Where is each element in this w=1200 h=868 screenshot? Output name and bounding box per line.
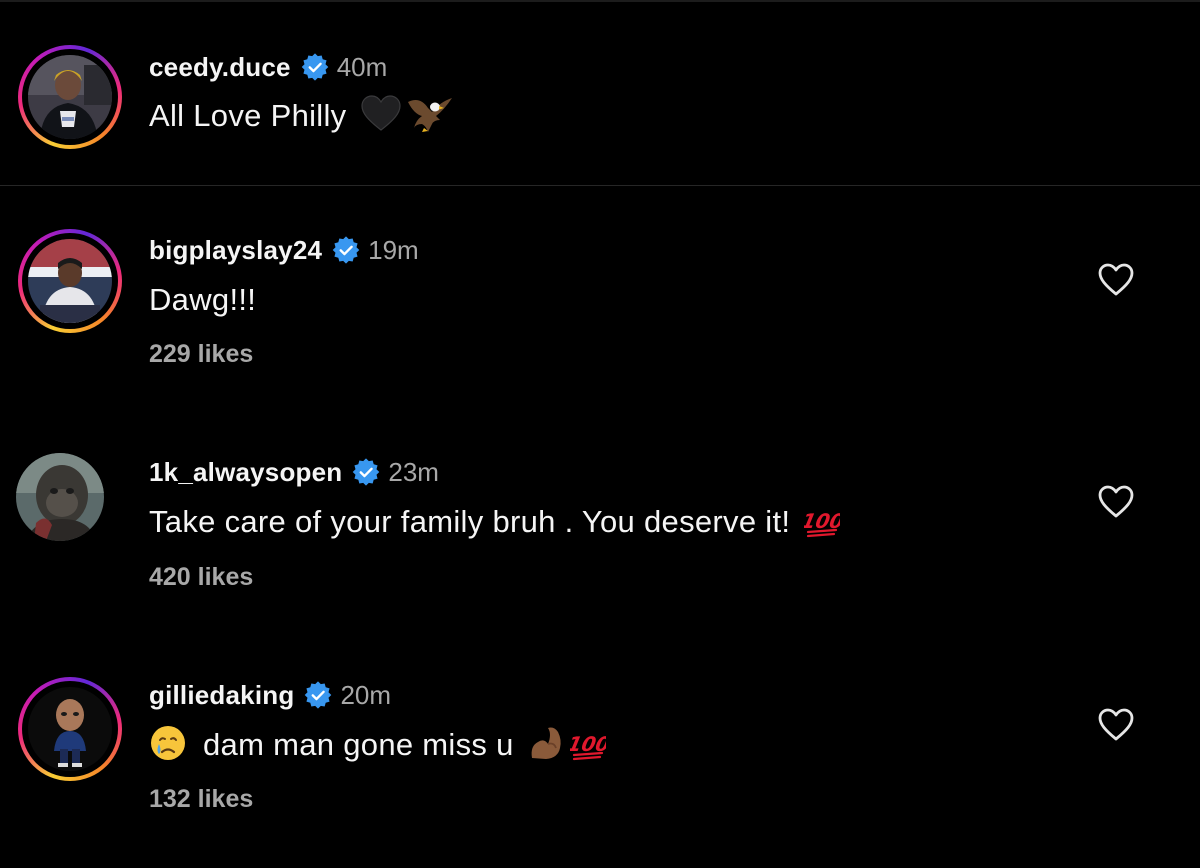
timestamp: 19m [368,234,419,265]
avatar-caption-author[interactable] [18,45,122,149]
verified-badge-icon [301,53,329,81]
comment-header: bigplayslay24 19m [149,232,419,268]
like-heart-icon[interactable] [1097,262,1135,298]
verified-badge-icon [353,458,380,486]
black-heart-icon [360,94,402,139]
avatar-photo [28,55,112,139]
flexed-biceps-icon [528,724,568,767]
timestamp: 40m [336,51,388,82]
hundred-points-icon: 100 [565,725,612,766]
avatar-commenter[interactable] [18,677,122,781]
verified-badge-icon [305,681,332,709]
avatar-photo [28,687,112,771]
caption-text: All Love Philly [149,98,347,133]
avatar-photo [28,239,112,323]
avatar-commenter[interactable] [16,453,104,541]
post-caption: ceedy.duce 40m All Love Philly [0,0,1200,186]
comment-text: Dawg!!! [149,282,257,317]
comment-item: gilliedaking 20m dam man gone miss u 100… [0,635,1200,868]
comment-body: Dawg!!! [149,278,256,322]
username[interactable]: ceedy.duce [149,52,291,83]
comment-item: 1k_alwaysopen 23m Take care of your fami… [0,410,1200,635]
hundred-points-icon: 100 [800,502,847,543]
likes-count[interactable]: 420 likes [149,563,253,592]
caption-body: All Love Philly [149,94,454,138]
avatar-photo [16,453,104,541]
comment-item: bigplayslay24 19m Dawg!!! 229 likes [0,185,1200,410]
comment-body: Take care of your family bruh . You dese… [149,500,847,544]
comment-text: Take care of your family bruh . You dese… [149,504,791,539]
username[interactable]: gilliedaking [149,680,294,711]
eagle-icon [406,94,454,139]
caption-header: ceedy.duce 40m [149,49,387,85]
comment-text: dam man gone miss u [203,727,514,762]
comment-body: dam man gone miss u 100 [149,723,612,767]
likes-count[interactable]: 229 likes [149,340,253,369]
like-heart-icon[interactable] [1097,484,1135,520]
timestamp: 23m [388,456,439,487]
username[interactable]: bigplayslay24 [149,235,322,266]
comment-header: gilliedaking 20m [149,677,391,713]
likes-count[interactable]: 132 likes [149,785,253,814]
username[interactable]: 1k_alwaysopen [149,457,342,488]
avatar-commenter[interactable] [18,229,122,333]
crying-face-icon [149,724,187,767]
verified-badge-icon [332,236,360,264]
like-heart-icon[interactable] [1097,707,1135,743]
timestamp: 20m [340,679,392,710]
comment-header: 1k_alwaysopen 23m [149,454,439,490]
